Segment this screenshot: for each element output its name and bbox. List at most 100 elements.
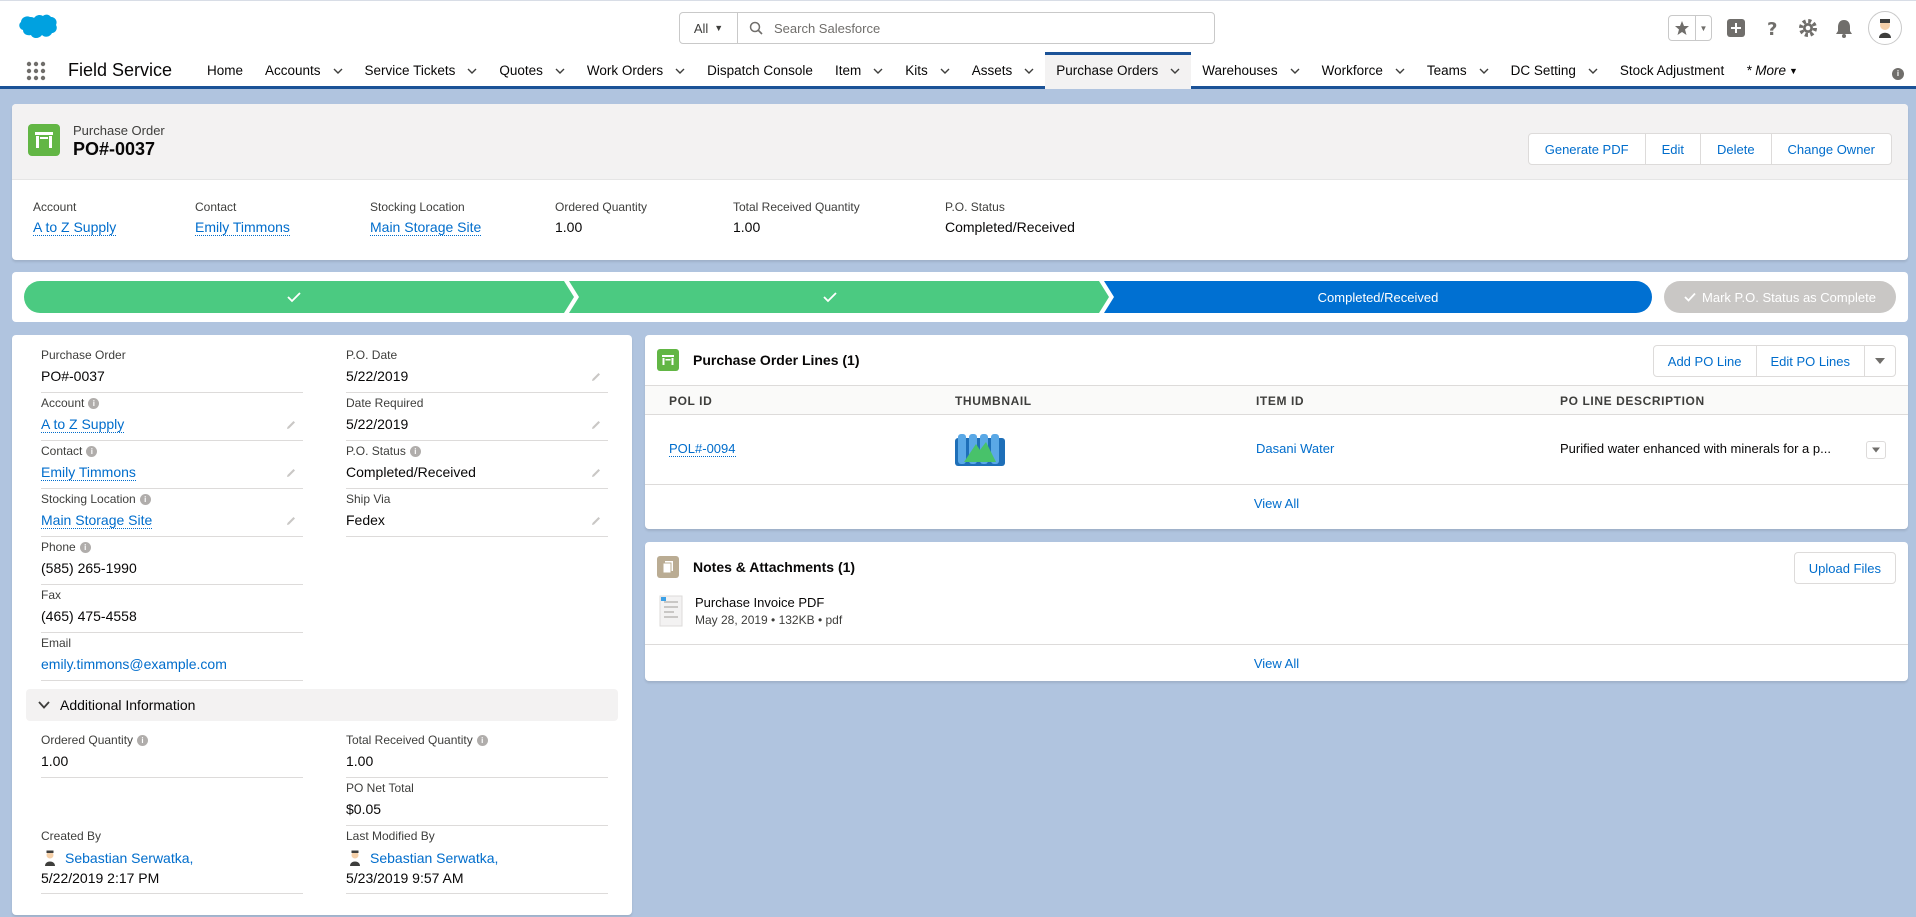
info-icon[interactable]: i bbox=[409, 445, 421, 457]
nav-tab-dispatch-console[interactable]: Dispatch Console bbox=[696, 52, 824, 89]
nav-tab-stock-adjustment[interactable]: Stock Adjustment bbox=[1609, 52, 1735, 89]
column-header-description[interactable]: PO LINE DESCRIPTION bbox=[1560, 394, 1705, 408]
chevron-down-icon[interactable] bbox=[467, 66, 477, 76]
notes-attachments-icon bbox=[657, 556, 679, 578]
generate-pdf-button[interactable]: Generate PDF bbox=[1529, 134, 1646, 164]
chevron-down-icon[interactable] bbox=[555, 66, 565, 76]
pencil-icon[interactable] bbox=[590, 371, 602, 383]
pencil-icon[interactable] bbox=[285, 419, 297, 431]
column-header-pol-id[interactable]: POL ID bbox=[669, 394, 712, 408]
nav-tab-teams[interactable]: Teams bbox=[1416, 52, 1500, 89]
info-icon[interactable]: i bbox=[476, 734, 488, 746]
chevron-down-icon[interactable] bbox=[333, 66, 343, 76]
file-name[interactable]: Purchase Invoice PDF bbox=[695, 595, 824, 610]
chevron-down-icon[interactable] bbox=[1479, 66, 1489, 76]
pencil-icon[interactable] bbox=[285, 467, 297, 479]
account-link[interactable]: A to Z Supply bbox=[33, 219, 117, 236]
chevron-down-icon[interactable] bbox=[1170, 66, 1180, 76]
salesforce-logo-icon[interactable] bbox=[18, 13, 58, 41]
field-label: P.O. Status bbox=[346, 444, 406, 458]
notes-actions: Upload Files bbox=[1793, 552, 1896, 584]
user-avatar[interactable] bbox=[1868, 11, 1902, 45]
chevron-down-icon[interactable] bbox=[940, 66, 950, 76]
item-id-link[interactable]: Dasani Water bbox=[1256, 441, 1334, 456]
edit-button[interactable]: Edit bbox=[1646, 134, 1701, 164]
chevron-down-icon[interactable] bbox=[675, 66, 685, 76]
nav-tab-item[interactable]: Item bbox=[824, 52, 894, 89]
row-actions-button[interactable] bbox=[1866, 441, 1886, 459]
upload-files-button[interactable]: Upload Files bbox=[1795, 553, 1895, 583]
nav-tab-kits[interactable]: Kits bbox=[894, 52, 961, 89]
help-icon[interactable]: ? bbox=[1760, 16, 1784, 40]
gear-icon[interactable] bbox=[1796, 16, 1820, 40]
created-by-user-link[interactable]: Sebastian Serwatka, bbox=[65, 850, 193, 866]
contact-link[interactable]: Emily Timmons bbox=[195, 219, 290, 236]
edit-po-lines-button[interactable]: Edit PO Lines bbox=[1757, 346, 1865, 376]
nav-tab-dc-setting[interactable]: DC Setting bbox=[1500, 52, 1609, 89]
pencil-icon[interactable] bbox=[285, 515, 297, 527]
nav-tab-purchase-orders[interactable]: Purchase Orders bbox=[1045, 52, 1192, 89]
bell-icon[interactable] bbox=[1832, 16, 1856, 40]
info-icon[interactable]: i bbox=[139, 493, 151, 505]
nav-more-menu[interactable]: * More ▼ bbox=[1735, 52, 1809, 89]
more-actions-button[interactable] bbox=[1865, 346, 1895, 376]
nav-tab-work-orders[interactable]: Work Orders bbox=[576, 52, 696, 89]
delete-button[interactable]: Delete bbox=[1701, 134, 1772, 164]
mark-status-complete-button[interactable]: Mark P.O. Status as Complete bbox=[1664, 281, 1896, 313]
search-scope-label: All bbox=[693, 20, 709, 36]
modified-by-user-link[interactable]: Sebastian Serwatka, bbox=[370, 850, 498, 866]
nav-tab-warehouses[interactable]: Warehouses bbox=[1191, 52, 1310, 89]
additional-information-section-toggle[interactable]: Additional Information bbox=[26, 689, 618, 721]
details-card: Purchase Order PO#-0037 Account i A to Z … bbox=[12, 335, 632, 915]
pencil-icon[interactable] bbox=[590, 515, 602, 527]
column-header-item-id[interactable]: ITEM ID bbox=[1256, 394, 1304, 408]
field-contact: Contact i Emily Timmons bbox=[41, 443, 303, 489]
star-icon[interactable] bbox=[1669, 16, 1695, 40]
account-link[interactable]: A to Z Supply bbox=[41, 416, 125, 433]
chevron-down-icon[interactable] bbox=[1395, 66, 1405, 76]
search-scope-select[interactable]: All ▼ bbox=[680, 13, 738, 43]
record-actions: Generate PDF Edit Delete Change Owner bbox=[1527, 133, 1892, 165]
nav-tab-quotes[interactable]: Quotes bbox=[488, 52, 576, 89]
nav-tab-service-tickets[interactable]: Service Tickets bbox=[354, 52, 489, 89]
chevron-down-icon[interactable] bbox=[873, 66, 883, 76]
info-icon[interactable]: i bbox=[79, 541, 91, 553]
po-lines-view-all-link[interactable]: View All bbox=[645, 485, 1908, 522]
stocking-location-link[interactable]: Main Storage Site bbox=[41, 512, 153, 529]
app-launcher-icon[interactable] bbox=[26, 61, 46, 81]
nav-tab-home[interactable]: Home bbox=[196, 52, 254, 89]
info-icon[interactable]: i bbox=[86, 445, 98, 457]
notes-attachments-title[interactable]: Notes & Attachments (1) bbox=[693, 559, 855, 575]
po-lines-title[interactable]: Purchase Order Lines (1) bbox=[693, 352, 860, 368]
nav-tab-assets[interactable]: Assets bbox=[961, 52, 1046, 89]
path-current-label: Completed/Received bbox=[1318, 290, 1439, 305]
path-stage-complete-2[interactable] bbox=[569, 281, 1109, 313]
search-input[interactable] bbox=[774, 13, 1214, 43]
chevron-down-icon[interactable] bbox=[1024, 66, 1034, 76]
chevron-down-icon[interactable] bbox=[1588, 66, 1598, 76]
stocking-location-link[interactable]: Main Storage Site bbox=[370, 219, 482, 236]
add-po-line-button[interactable]: Add PO Line bbox=[1654, 346, 1757, 376]
column-header-thumbnail[interactable]: THUMBNAIL bbox=[955, 394, 1032, 408]
contact-link[interactable]: Emily Timmons bbox=[41, 464, 136, 481]
path-stage-complete-1[interactable] bbox=[24, 281, 574, 313]
water-bottles-thumbnail[interactable] bbox=[954, 432, 1006, 468]
info-icon[interactable]: i bbox=[137, 734, 149, 746]
favorites-dropdown-icon[interactable]: ▼ bbox=[1695, 16, 1711, 40]
info-icon[interactable]: i bbox=[1892, 64, 1904, 80]
change-owner-button[interactable]: Change Owner bbox=[1772, 134, 1891, 164]
email-link[interactable]: emily.timmons@example.com bbox=[41, 656, 227, 672]
field-value: PO#-0037 bbox=[41, 368, 105, 384]
pencil-icon[interactable] bbox=[590, 467, 602, 479]
favorites-button[interactable]: ▼ bbox=[1668, 15, 1712, 41]
notes-view-all-link[interactable]: View All bbox=[645, 644, 1908, 681]
plus-icon[interactable] bbox=[1724, 16, 1748, 40]
pol-id-link[interactable]: POL#-0094 bbox=[669, 441, 736, 457]
nav-tab-workforce[interactable]: Workforce bbox=[1311, 52, 1416, 89]
file-thumbnail-icon[interactable] bbox=[657, 594, 685, 630]
field-value: 5/22/2019 bbox=[346, 368, 409, 384]
pencil-icon[interactable] bbox=[590, 419, 602, 431]
nav-tab-accounts[interactable]: Accounts bbox=[254, 52, 354, 89]
info-icon[interactable]: i bbox=[88, 397, 100, 409]
chevron-down-icon[interactable] bbox=[1290, 66, 1300, 76]
